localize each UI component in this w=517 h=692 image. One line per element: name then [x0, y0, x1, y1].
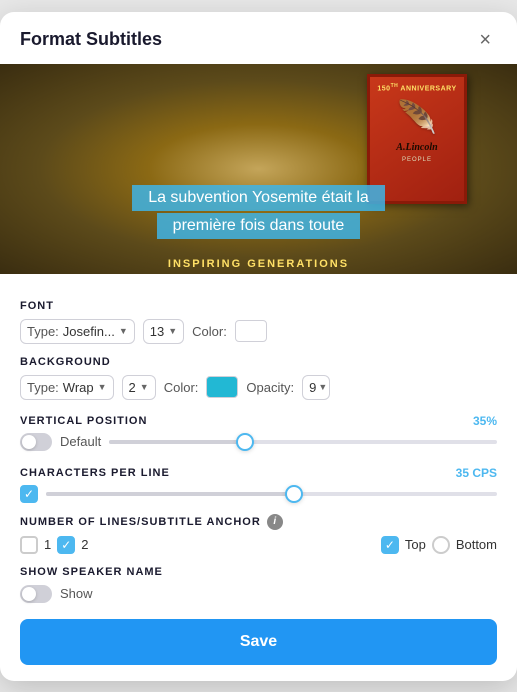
lines-2-checkbox[interactable]: ✓: [57, 536, 75, 554]
lines-options-row: 1 ✓ 2 ✓ Top Bottom: [20, 536, 497, 554]
speaker-toggle-label: Show: [60, 586, 93, 601]
check-icon: ✓: [24, 488, 34, 500]
speaker-row: Show: [20, 585, 497, 603]
close-button[interactable]: ×: [473, 28, 497, 52]
lines-section-header: NUMBER OF LINES/SUBTITLE ANCHOR i: [20, 514, 497, 530]
lines-2-check-icon: ✓: [61, 539, 71, 551]
vertical-position-row: Default: [20, 432, 497, 452]
bg-type-chevron: ▼: [98, 382, 107, 392]
font-size-value: 13: [150, 324, 164, 339]
font-size-chevron: ▼: [168, 326, 177, 336]
cpl-slider-fill: [46, 492, 294, 496]
anchor-top-check-icon: ✓: [385, 539, 395, 551]
vertical-position-label: VERTICAL POSITION: [20, 415, 147, 427]
cpl-row: ✓: [20, 484, 497, 504]
speaker-toggle-thumb: [22, 587, 36, 601]
font-row: Type: Josefin... ▼ 13 ▼ Color:: [20, 319, 497, 344]
anchor-bottom-label: Bottom: [456, 537, 497, 552]
format-subtitles-dialog: Format Subtitles × 150TH ANNIVERSARY 🪶 A…: [0, 12, 517, 681]
lines-1-checkbox[interactable]: [20, 536, 38, 554]
bg-number-chevron: ▼: [140, 382, 149, 392]
lines-1-label: 1: [44, 537, 51, 552]
font-size-select[interactable]: 13 ▼: [143, 319, 184, 344]
cpl-value: 35 CPS: [456, 466, 497, 480]
vertical-position-header: VERTICAL POSITION 35%: [20, 404, 497, 428]
stamp-anniversary-text: 150TH ANNIVERSARY: [377, 83, 456, 92]
anchor-bottom-radio[interactable]: [432, 536, 450, 554]
slider-thumb: [236, 433, 254, 451]
bg-color-label: Color:: [164, 380, 199, 395]
font-type-prefix: Type:: [27, 324, 59, 339]
dialog-header: Format Subtitles ×: [0, 12, 517, 64]
stamp-people-text: PEOPLE: [402, 157, 432, 163]
stamp-signature: A.Lincoln: [396, 142, 437, 153]
font-type-select[interactable]: Type: Josefin... ▼: [20, 319, 135, 344]
subtitle-line-2: première fois dans toute: [157, 213, 361, 239]
cpl-slider-track: [46, 492, 497, 496]
subtitle-line-1: La subvention Yosemite était la: [132, 185, 385, 211]
opacity-select[interactable]: 9 ▼: [302, 375, 330, 400]
background-row: Type: Wrap ▼ 2 ▼ Color: Opacity: 9 ▼: [20, 375, 497, 400]
bg-color-picker[interactable]: [206, 376, 238, 398]
anchor-top-label: Top: [405, 537, 426, 552]
font-color-label: Color:: [192, 324, 227, 339]
cpl-slider[interactable]: [46, 484, 497, 504]
preview-background: 150TH ANNIVERSARY 🪶 A.Lincoln PEOPLE INS…: [0, 64, 517, 274]
bg-type-value: Wrap: [63, 380, 94, 395]
anchor-top-checkbox[interactable]: ✓: [381, 536, 399, 554]
font-type-value: Josefin...: [63, 324, 115, 339]
cpl-header: CHARACTERS PER LINE 35 CPS: [20, 456, 497, 480]
subtitle-overlay: La subvention Yosemite était la première…: [0, 185, 517, 239]
opacity-label: Opacity:: [246, 380, 294, 395]
anchor-options: ✓ Top Bottom: [96, 536, 497, 554]
vertical-position-value: 35%: [461, 414, 497, 428]
save-button[interactable]: Save: [20, 619, 497, 665]
speaker-toggle[interactable]: [20, 585, 52, 603]
inspiring-text: INSPIRING GENERATIONS: [0, 258, 517, 270]
default-label: Default: [60, 434, 101, 449]
bg-number-value: 2: [129, 380, 136, 395]
form-body: FONT Type: Josefin... ▼ 13 ▼ Color: BACK…: [0, 274, 517, 603]
slider-fill: [109, 440, 245, 444]
lines-section-label: NUMBER OF LINES/SUBTITLE ANCHOR: [20, 516, 261, 528]
cpl-slider-thumb: [285, 485, 303, 503]
bg-number-select[interactable]: 2 ▼: [122, 375, 156, 400]
font-section-label: FONT: [20, 300, 497, 312]
font-color-picker[interactable]: [235, 320, 267, 342]
slider-track: [109, 440, 497, 444]
bg-type-select[interactable]: Type: Wrap ▼: [20, 375, 114, 400]
stamp-feather-icon: 🪶: [397, 98, 437, 136]
default-toggle[interactable]: [20, 433, 52, 451]
line-count-options: 1 ✓ 2: [20, 536, 88, 554]
dialog-title: Format Subtitles: [20, 29, 162, 50]
info-icon[interactable]: i: [267, 514, 283, 530]
cpl-label: CHARACTERS PER LINE: [20, 467, 170, 479]
background-section-label: BACKGROUND: [20, 356, 497, 368]
vertical-position-slider[interactable]: [109, 432, 497, 452]
bg-type-prefix: Type:: [27, 380, 59, 395]
lines-2-label: 2: [81, 537, 88, 552]
toggle-thumb: [22, 435, 36, 449]
preview-area: 150TH ANNIVERSARY 🪶 A.Lincoln PEOPLE INS…: [0, 64, 517, 274]
font-type-chevron: ▼: [119, 326, 128, 336]
opacity-value: 9: [309, 380, 316, 395]
speaker-section-label: SHOW SPEAKER NAME: [20, 566, 497, 578]
opacity-chevron: ▼: [318, 382, 327, 392]
cpl-checkbox[interactable]: ✓: [20, 485, 38, 503]
